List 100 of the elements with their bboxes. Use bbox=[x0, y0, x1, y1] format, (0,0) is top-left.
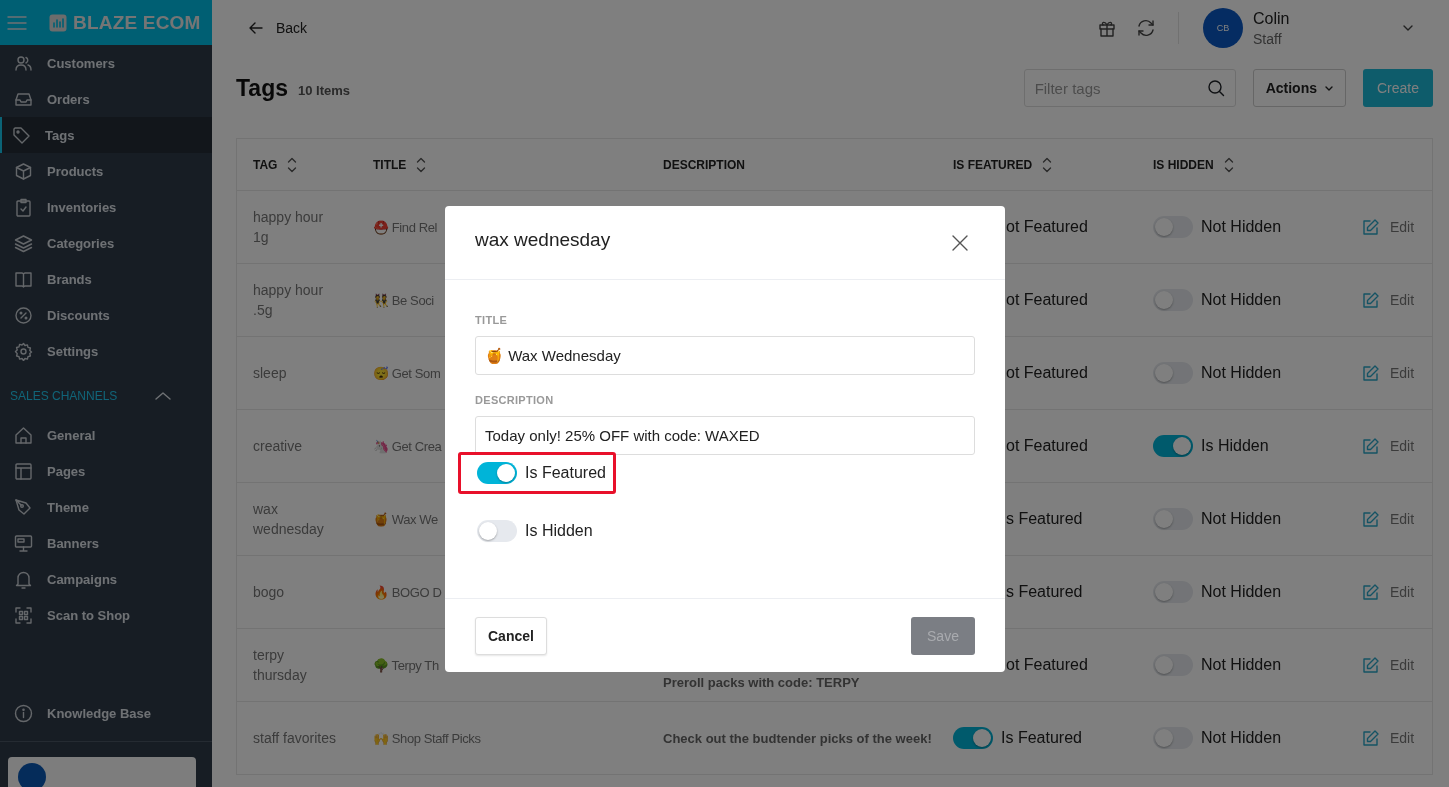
toggle-switch[interactable] bbox=[477, 520, 517, 542]
nav-item[interactable]: Orders bbox=[0, 81, 212, 117]
nav-item[interactable]: Banners bbox=[0, 525, 212, 561]
table-cell: 🌳 Terpy Th bbox=[373, 658, 439, 673]
info-icon bbox=[14, 703, 33, 723]
edit-link[interactable]: Edit bbox=[1361, 655, 1432, 675]
sort-icon bbox=[1042, 156, 1053, 173]
nav-item[interactable]: Tags bbox=[0, 117, 212, 153]
toggle-switch[interactable] bbox=[1153, 508, 1193, 530]
toggle-switch[interactable] bbox=[1153, 289, 1193, 311]
column-header[interactable]: TITLE bbox=[373, 157, 407, 172]
box-icon bbox=[14, 161, 33, 181]
table-cell: ot Featured bbox=[1006, 291, 1088, 309]
toggle-switch[interactable] bbox=[953, 727, 993, 749]
column-header: DESCRIPTION bbox=[663, 157, 745, 172]
table-cell-text: sleep bbox=[253, 364, 288, 383]
nav-item[interactable]: Brands bbox=[0, 261, 212, 297]
nav-item[interactable]: Pages bbox=[0, 453, 212, 489]
edit-link[interactable]: Edit bbox=[1361, 290, 1432, 310]
column-header[interactable]: TAG bbox=[253, 157, 278, 172]
edit-icon bbox=[1361, 436, 1380, 456]
close-icon bbox=[951, 233, 969, 252]
edit-icon bbox=[1361, 655, 1380, 675]
book-icon bbox=[14, 269, 33, 289]
monitor-icon bbox=[14, 533, 33, 553]
chevron-down-icon bbox=[1324, 85, 1333, 91]
tag-icon bbox=[12, 125, 31, 145]
users-icon bbox=[14, 53, 33, 73]
table-cell: 🙌 Shop Staff Picks bbox=[373, 731, 481, 746]
sort-icon bbox=[287, 156, 298, 173]
toggle-switch[interactable] bbox=[1153, 727, 1193, 749]
back-link[interactable]: Back bbox=[248, 20, 308, 36]
toggle-switch[interactable] bbox=[1153, 435, 1193, 457]
toggle-switch[interactable] bbox=[1153, 362, 1193, 384]
edit-icon bbox=[1361, 582, 1380, 602]
toggle-label: Is Hidden bbox=[525, 522, 593, 540]
nav-item[interactable]: Inventories bbox=[0, 189, 212, 225]
edit-link[interactable]: Edit bbox=[1361, 363, 1432, 383]
nav-item[interactable]: Categories bbox=[0, 225, 212, 261]
sort-icon bbox=[416, 156, 427, 173]
edit-icon bbox=[1361, 728, 1380, 748]
page-title: Tags bbox=[236, 74, 288, 102]
nav-item[interactable]: Customers bbox=[0, 45, 212, 81]
column-header[interactable]: IS HIDDEN bbox=[1153, 157, 1214, 172]
table-cell-text: happy hour 1g bbox=[253, 208, 325, 247]
nav-item[interactable]: Knowledge Base bbox=[0, 695, 212, 731]
toggle-switch[interactable] bbox=[1153, 654, 1193, 676]
table-cell: Is Hidden bbox=[1201, 437, 1269, 455]
edit-link[interactable]: Edit bbox=[1361, 582, 1432, 602]
edit-link[interactable]: Edit bbox=[1361, 436, 1432, 456]
text-field[interactable]: Today only! 25% OFF with code: WAXED bbox=[475, 416, 975, 455]
table-cell: Not Hidden bbox=[1201, 364, 1282, 382]
table-cell-text: staff favorites bbox=[253, 729, 337, 748]
table-cell: Not Hidden bbox=[1201, 583, 1282, 601]
nav-item[interactable]: Theme bbox=[0, 489, 212, 525]
gift-icon bbox=[1098, 19, 1116, 37]
toggle-switch[interactable] bbox=[1153, 581, 1193, 603]
field-label: DESCRIPTION bbox=[475, 394, 555, 406]
menu-icon bbox=[7, 13, 27, 32]
table-cell-text: bogo bbox=[253, 583, 286, 602]
table-cell: Not Hidden bbox=[1201, 510, 1282, 528]
account-card[interactable] bbox=[8, 757, 196, 787]
toggle-switch[interactable] bbox=[1153, 216, 1193, 238]
nav-item[interactable]: Scan to Shop bbox=[0, 597, 212, 633]
toggle-switch[interactable] bbox=[477, 462, 517, 484]
table-cell: ot Featured bbox=[1006, 218, 1088, 236]
table-cell: 🦄 Get Crea bbox=[373, 439, 442, 454]
nav-item[interactable]: Products bbox=[0, 153, 212, 189]
logo-icon bbox=[49, 13, 67, 32]
percent-badge-icon bbox=[14, 305, 33, 325]
text-field[interactable]: 🍯 Wax Wednesday bbox=[475, 336, 975, 375]
cancel-button[interactable]: Cancel bbox=[475, 616, 547, 655]
table-cell: s Featured bbox=[1006, 510, 1083, 528]
table-cell: Not Hidden bbox=[1201, 291, 1282, 309]
edit-link[interactable]: Edit bbox=[1361, 509, 1432, 529]
qr-scan-icon bbox=[14, 605, 33, 625]
create-button[interactable]: Create bbox=[1362, 69, 1433, 107]
table-cell: 🔥 BOGO D bbox=[373, 585, 442, 600]
edit-link[interactable]: Edit bbox=[1361, 217, 1432, 237]
nav-item[interactable]: Settings bbox=[0, 333, 212, 369]
table-cell: Not Hidden bbox=[1201, 218, 1282, 236]
edit-link[interactable]: Edit bbox=[1361, 728, 1432, 748]
field-label: TITLE bbox=[475, 314, 509, 326]
section-heading: SALES CHANNELS bbox=[10, 389, 118, 403]
nav-item[interactable]: Campaigns bbox=[0, 561, 212, 597]
avatar[interactable]: CB bbox=[1203, 8, 1243, 48]
edit-icon bbox=[1361, 217, 1380, 237]
edit-icon bbox=[1361, 509, 1380, 529]
nav-item[interactable]: General bbox=[0, 417, 212, 453]
table-cell: ⛑ Find Rel bbox=[373, 220, 438, 235]
table-cell: ot Featured bbox=[1006, 437, 1088, 455]
user-name: Colin bbox=[1253, 9, 1291, 28]
table-cell-text: wax wednesday bbox=[253, 500, 325, 539]
column-header[interactable]: IS FEATURED bbox=[953, 157, 1033, 172]
table-cell: Not Hidden bbox=[1201, 729, 1282, 747]
table-cell: Not Hidden bbox=[1201, 656, 1282, 674]
back-arrow-icon bbox=[248, 20, 264, 36]
actions-button[interactable]: Actions bbox=[1252, 69, 1346, 107]
nav-item[interactable]: Discounts bbox=[0, 297, 212, 333]
refresh-icon bbox=[1136, 18, 1156, 38]
